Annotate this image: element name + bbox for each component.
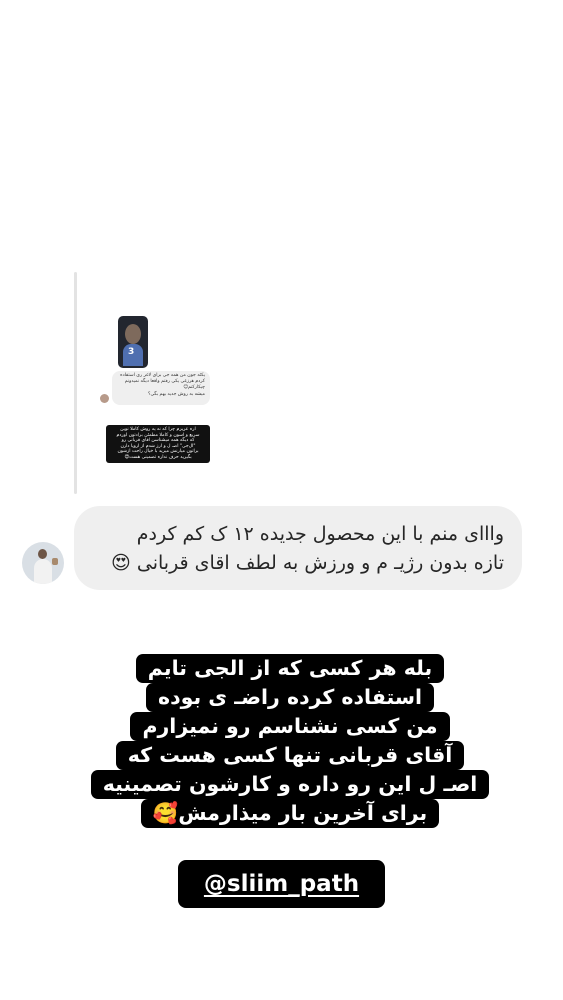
reply-line: بگیرید حرف نداره تضمینی هست😍 [124,454,192,460]
caption-line: برای آخرین بار میذارمش🥰 [140,799,440,828]
reply-thread-line [74,272,77,494]
quoted-line: میشه به روش جدید بهم بگی؟ [148,391,205,397]
thumbnail-face [125,324,141,344]
mention-text[interactable]: @sliim_path [204,871,359,897]
story-thumbnail[interactable]: 3 [118,316,148,368]
thumbnail-number: 3 [128,347,135,357]
comment-bubble: وااای منم با این محصول جدیده ۱۲ ک کم کرد… [74,506,522,590]
caption-line: اصـ ل این رو داره و کارشون تصمینیه [90,770,490,799]
mention-sticker[interactable]: @sliim_path [178,860,385,908]
comment-line: تازه بدون رژیـ م و ورزش به لطف اقای قربا… [111,552,504,574]
story-caption: بله هر کسی که از الجی تایم استفاده کرده … [60,654,520,828]
avatar-head [38,549,47,559]
reply-line: اره عزیزم چرا که نه یه روش کاملا نوین [120,427,196,432]
caption-line: بله هر کسی که از الجی تایم [135,654,445,683]
quoted-message-bubble: یکئه جون من همه جی برای لاغر ری استفاده … [112,371,210,405]
reply-message-box: اره عزیزم چرا که نه یه روش کاملا نوین سر… [106,425,210,463]
quoted-avatar [100,394,109,403]
avatar-body [34,559,52,584]
commenter-avatar[interactable] [22,542,64,584]
avatar-bag [52,558,58,565]
caption-line: من کسی نشناسم رو نمیزارم [130,712,450,741]
caption-line: آقای قربانی تنها کسی هست که [115,741,465,770]
reply-line: که دیگه همه میشناسن اقای قربانی رو [121,438,195,444]
caption-line: استفاده کرده راضـ ی بوده [145,683,435,712]
comment-line: وااای منم با این محصول جدیده ۱۲ ک کم کرد… [136,523,504,545]
